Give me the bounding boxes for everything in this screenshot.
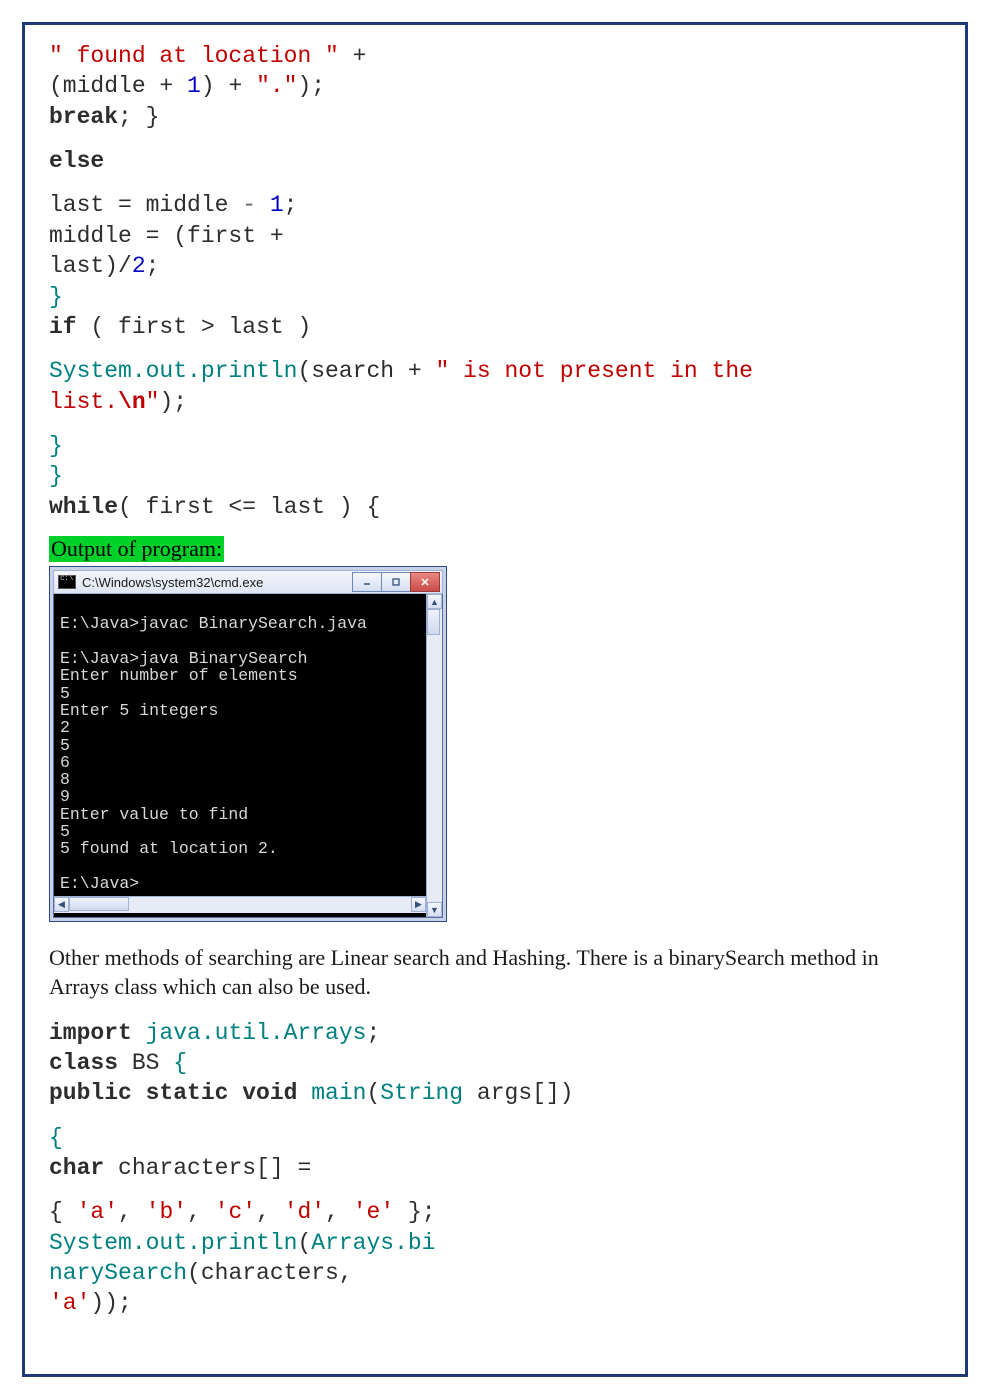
scroll-thumb[interactable] bbox=[427, 609, 440, 635]
minimize-button[interactable] bbox=[352, 572, 382, 592]
console-title: C:\Windows\system32\cmd.exe bbox=[82, 575, 353, 590]
scroll-up-icon[interactable]: ▲ bbox=[427, 594, 442, 609]
vertical-scrollbar[interactable]: ▲ ▼ bbox=[426, 594, 442, 917]
output-label: Output of program: bbox=[49, 536, 224, 562]
scroll-left-icon[interactable]: ◀ bbox=[54, 897, 69, 912]
code-block-2: import java.util.Arrays; class BS { publ… bbox=[49, 1018, 941, 1109]
close-button[interactable] bbox=[410, 572, 440, 592]
console-output: E:\Java>javac BinarySearch.java E:\Java>… bbox=[60, 598, 436, 892]
console-window: C:\Windows\system32\cmd.exe E:\Java>java… bbox=[49, 566, 447, 922]
document-frame: " found at location " + (middle + 1) + "… bbox=[22, 22, 968, 1377]
description-paragraph: Other methods of searching are Linear se… bbox=[49, 944, 941, 1001]
code-block-1: " found at location " + (middle + 1) + "… bbox=[49, 41, 941, 132]
scroll-down-icon[interactable]: ▼ bbox=[427, 902, 442, 917]
cmd-icon bbox=[58, 575, 76, 589]
horizontal-scrollbar[interactable]: ◀ ▶ bbox=[54, 896, 442, 913]
maximize-button[interactable] bbox=[381, 572, 411, 592]
scroll-right-icon[interactable]: ▶ bbox=[411, 897, 426, 912]
hscroll-thumb[interactable] bbox=[69, 897, 129, 911]
console-titlebar: C:\Windows\system32\cmd.exe bbox=[53, 570, 443, 594]
